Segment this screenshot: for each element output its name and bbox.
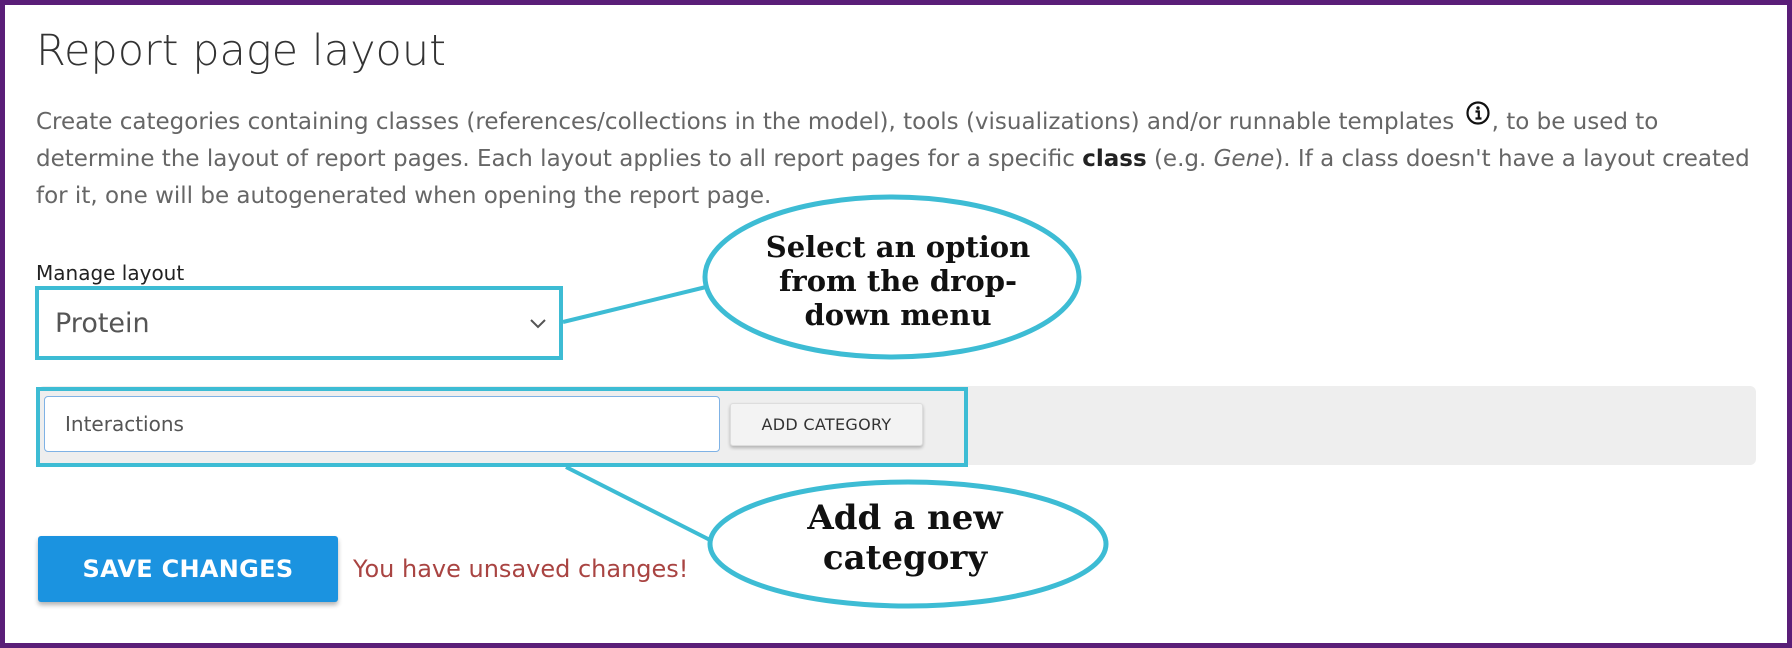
callout-bubble-category bbox=[707, 479, 1109, 609]
callout-text-category: Add a new category bbox=[807, 498, 1003, 578]
page-title: Report page layout bbox=[36, 26, 446, 76]
page-description: Create categories containing classes (re… bbox=[36, 100, 1756, 215]
description-text-3: (e.g. bbox=[1146, 146, 1214, 172]
unsaved-changes-warning: You have unsaved changes! bbox=[353, 555, 689, 583]
callout-bubble-select bbox=[702, 194, 1082, 360]
callout-text-select: Select an option from the drop-down menu bbox=[765, 230, 1031, 332]
description-bold-class: class bbox=[1082, 146, 1147, 172]
callout-pointer-select bbox=[562, 285, 707, 324]
select-value: Protein bbox=[55, 308, 150, 339]
layout-class-select[interactable]: Protein bbox=[39, 290, 559, 356]
add-category-button[interactable]: ADD CATEGORY bbox=[730, 403, 923, 446]
save-changes-button[interactable]: SAVE CHANGES bbox=[38, 536, 338, 602]
description-italic-gene: Gene bbox=[1213, 146, 1275, 172]
manage-layout-label: Manage layout bbox=[36, 261, 185, 285]
info-circle-icon[interactable] bbox=[1465, 100, 1490, 137]
callout-pointer-category bbox=[565, 465, 711, 542]
chevron-down-icon[interactable] bbox=[529, 314, 547, 333]
description-text-1: Create categories containing classes (re… bbox=[36, 109, 1462, 135]
category-name-input[interactable] bbox=[44, 396, 720, 452]
